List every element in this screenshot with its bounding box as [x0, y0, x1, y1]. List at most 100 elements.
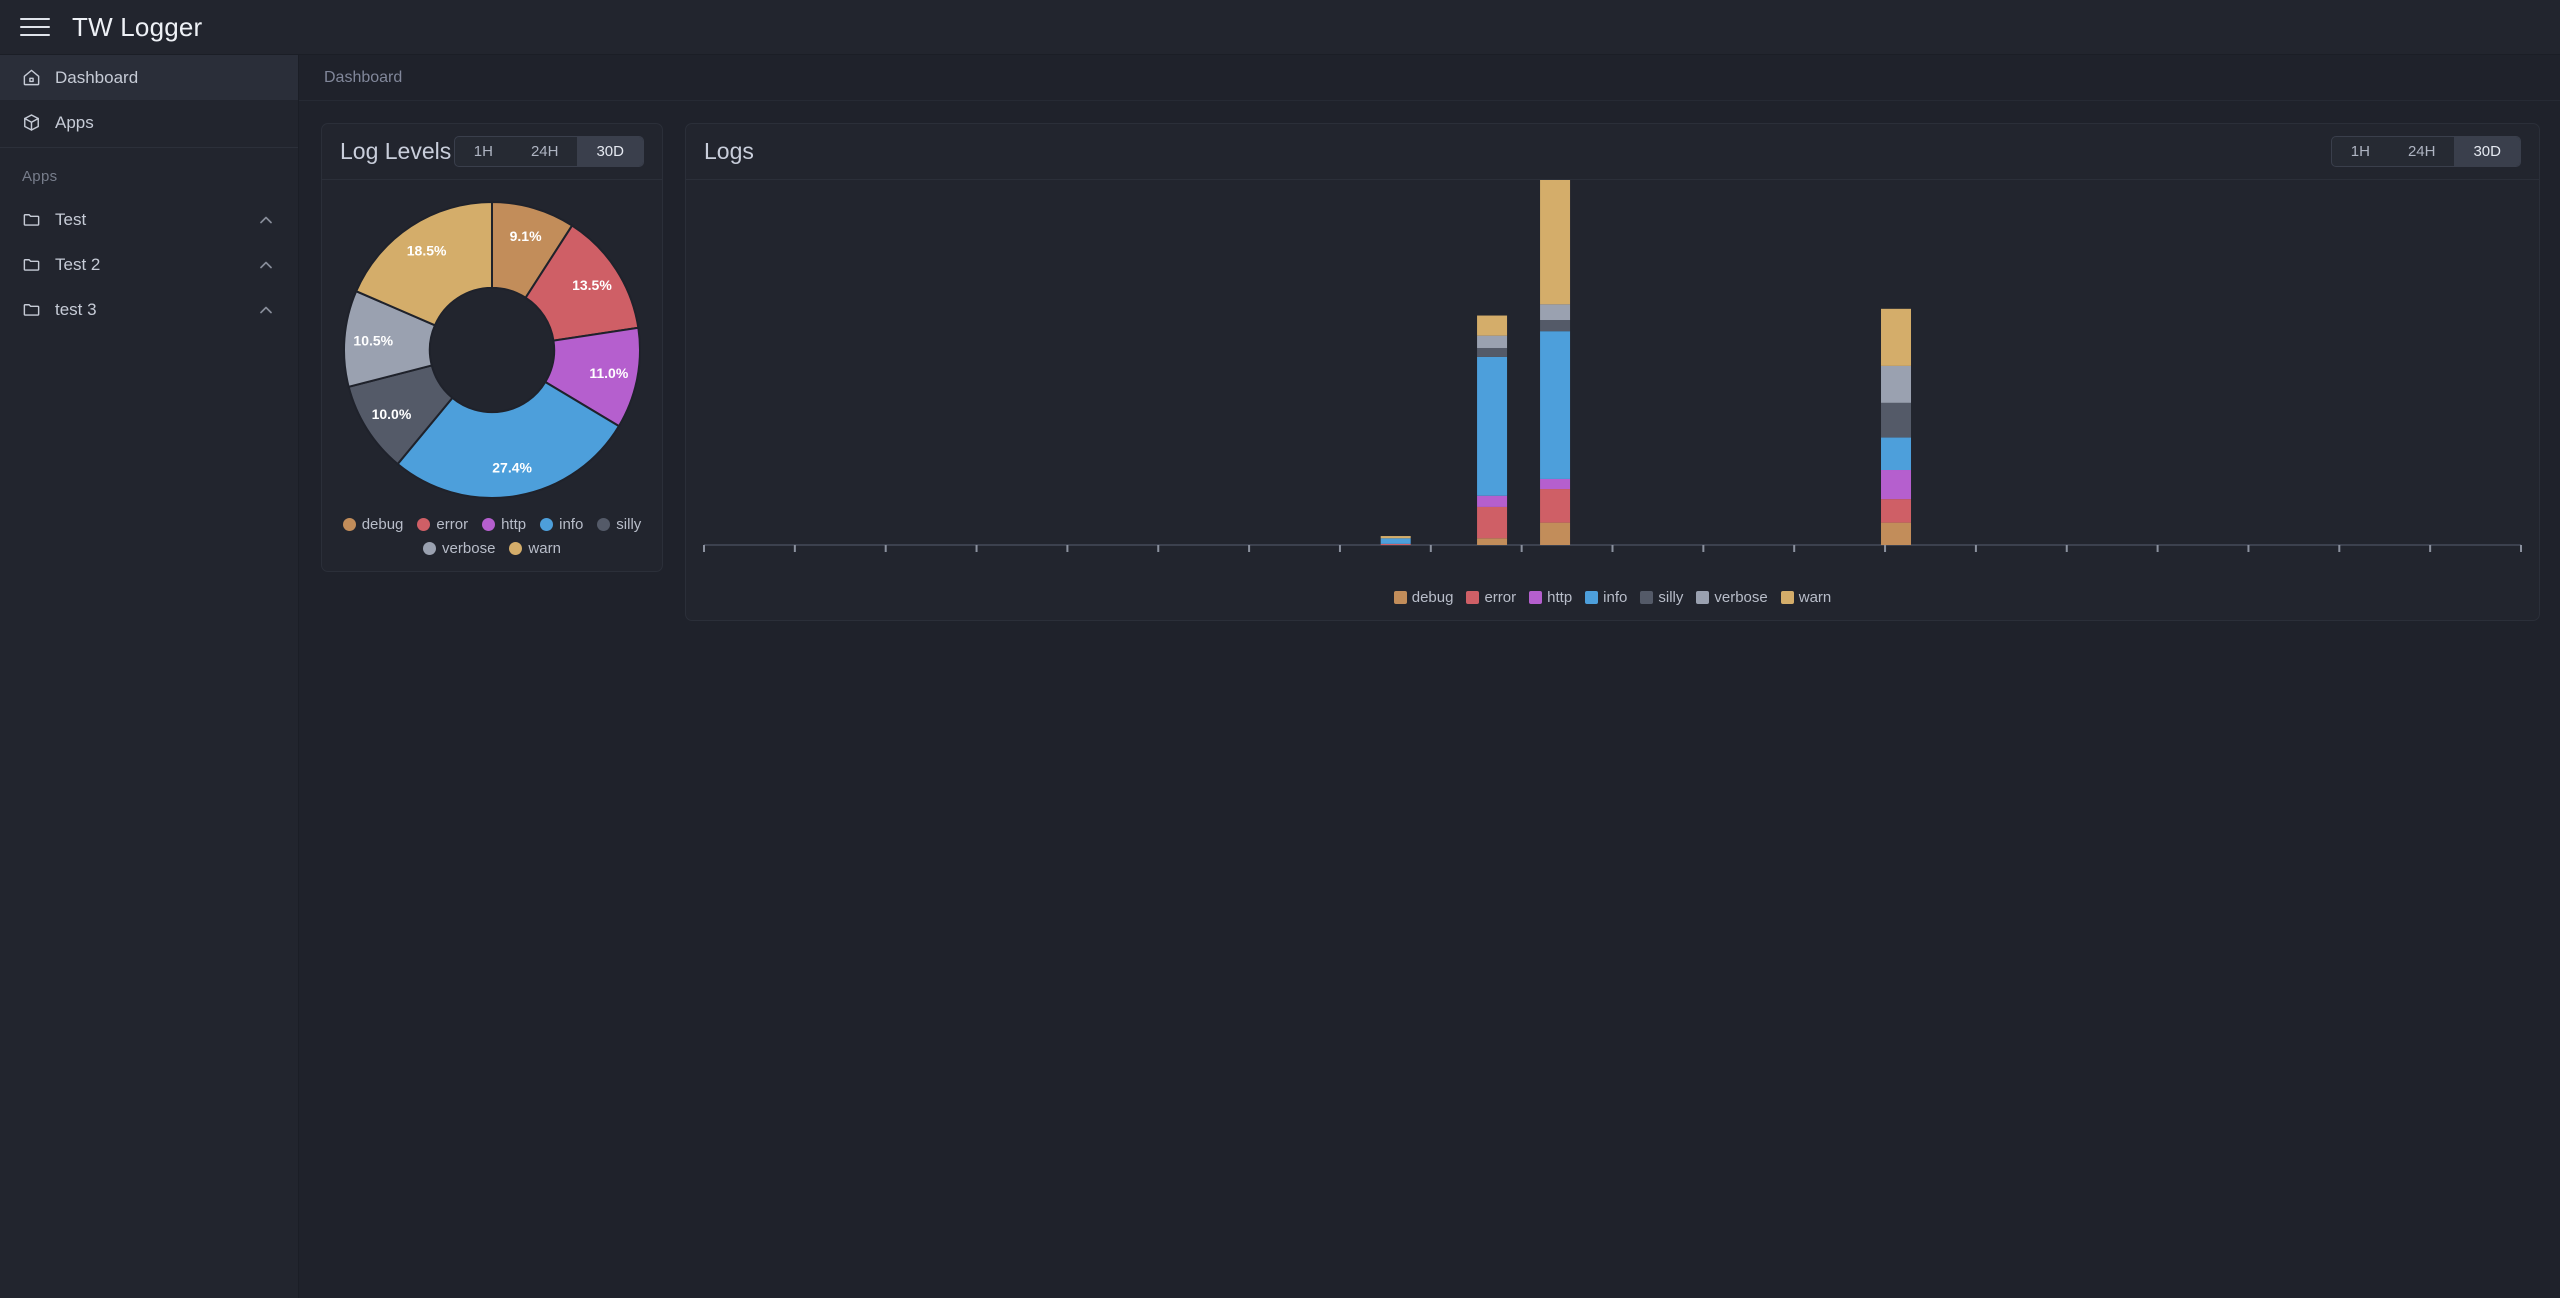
- folder-icon: [23, 259, 40, 271]
- breadcrumb-item[interactable]: Dashboard: [324, 69, 402, 87]
- bar-segment-info[interactable]: [1477, 356, 1508, 496]
- bar-legend-item-debug[interactable]: debug: [1393, 589, 1454, 606]
- legend-swatch-icon: [540, 518, 554, 531]
- donut-legend-item-error[interactable]: error: [417, 516, 468, 533]
- panel-row: Log Levels 1H 24H 30D 9.1% 13.5% 11.0% 27.4…: [299, 101, 2560, 621]
- chevron-up-icon[interactable]: [256, 255, 276, 275]
- legend-swatch-icon: [1529, 591, 1543, 604]
- bar-legend-item-verbose[interactable]: verbose: [1696, 589, 1768, 606]
- logs-legend: debug error http info silly verbose warn: [686, 585, 2539, 619]
- donut-slice-label: 9.1%: [510, 228, 542, 244]
- sidebar-folder-test[interactable]: Test: [0, 197, 298, 242]
- breadcrumb: Dashboard: [299, 55, 2560, 101]
- bar-segment-verbose[interactable]: [1881, 365, 1912, 403]
- donut-legend-item-info[interactable]: info: [540, 516, 583, 533]
- bar-segment-info[interactable]: [1380, 538, 1411, 544]
- sidebar-folder-test-2[interactable]: Test 2: [0, 242, 298, 287]
- donut-legend-item-verbose[interactable]: verbose: [423, 540, 495, 557]
- panel-title: Log Levels: [340, 138, 452, 164]
- bar-segment-error[interactable]: [1540, 489, 1571, 523]
- donut-slice-label: 10.5%: [353, 333, 393, 349]
- bar-segment-silly[interactable]: [1881, 402, 1912, 438]
- donut-slice-label: 13.5%: [572, 277, 612, 293]
- bar-legend-item-silly[interactable]: silly: [1640, 589, 1683, 606]
- donut-legend-item-http[interactable]: http: [482, 516, 526, 533]
- panel-title: Logs: [704, 138, 754, 164]
- legend-swatch-icon: [1780, 591, 1794, 604]
- bar-segment-error[interactable]: [1380, 543, 1411, 545]
- package-icon: [24, 114, 39, 131]
- bar-segment-debug[interactable]: [1881, 522, 1912, 545]
- bar-segment-verbose[interactable]: [1540, 304, 1571, 321]
- legend-label: warn: [1798, 589, 1832, 606]
- folder-icon: [23, 304, 40, 316]
- bar-segment-http[interactable]: [1540, 478, 1571, 490]
- range-1h-button[interactable]: 1H: [2332, 137, 2389, 166]
- app-title: TW Logger: [72, 11, 203, 42]
- range-30d-button[interactable]: 30D: [577, 137, 643, 166]
- legend-label: debug: [1411, 589, 1454, 606]
- logs-bar-chart[interactable]: [686, 114, 2539, 580]
- legend-swatch-icon: [342, 518, 356, 531]
- donut-slice-label: 10.0%: [372, 406, 412, 422]
- donut-legend-item-silly[interactable]: silly: [597, 516, 641, 533]
- sidebar: Dashboard Apps Apps Test Test 2 test 3: [0, 55, 299, 1298]
- bar-legend-item-http[interactable]: http: [1529, 589, 1572, 606]
- bar-segment-debug[interactable]: [1540, 522, 1571, 545]
- legend-label: silly: [616, 516, 642, 533]
- bar-segment-error[interactable]: [1881, 499, 1912, 523]
- bar-legend-item-warn[interactable]: warn: [1780, 589, 1832, 606]
- sidebar-folder-label: Test 2: [55, 254, 101, 274]
- bar-segment-info[interactable]: [1540, 331, 1571, 479]
- bar-segment-debug[interactable]: [1477, 538, 1508, 545]
- legend-label: error: [436, 516, 469, 533]
- sidebar-item-label: Dashboard: [55, 67, 139, 87]
- log-levels-body: 9.1% 13.5% 11.0% 27.4% 10.0% 10.5% 18.5% debug…: [322, 180, 662, 571]
- legend-label: verbose: [442, 540, 496, 557]
- bar-segment-http[interactable]: [1477, 495, 1508, 507]
- legend-label: http: [1547, 589, 1573, 606]
- bar-segment-warn[interactable]: [1380, 536, 1411, 539]
- donut-slice-label: 18.5%: [407, 242, 447, 258]
- bar-legend-item-info[interactable]: info: [1585, 589, 1627, 606]
- range-24h-button[interactable]: 24H: [2389, 137, 2455, 166]
- bar-legend-item-error[interactable]: error: [1466, 589, 1516, 606]
- legend-label: error: [1484, 589, 1517, 606]
- logs-range-toggle: 1H 24H 30D: [2330, 136, 2521, 167]
- log-levels-header: Log Levels 1H 24H 30D: [322, 124, 662, 180]
- hamburger-icon[interactable]: [20, 15, 50, 39]
- bar-segment-warn[interactable]: [1540, 114, 1571, 305]
- legend-swatch-icon: [1585, 591, 1599, 604]
- chevron-up-icon[interactable]: [256, 300, 276, 320]
- bar-segment-info[interactable]: [1881, 437, 1912, 471]
- range-30d-button[interactable]: 30D: [2454, 137, 2520, 166]
- donut-legend-item-warn[interactable]: warn: [509, 540, 561, 557]
- sidebar-folder-test-3[interactable]: test 3: [0, 287, 298, 332]
- hamburger-bar: [20, 18, 50, 20]
- log-levels-range-toggle: 1H 24H 30D: [453, 136, 644, 167]
- legend-swatch-icon: [509, 542, 523, 555]
- donut-legend-item-debug[interactable]: debug: [342, 516, 403, 533]
- range-24h-button[interactable]: 24H: [512, 137, 578, 166]
- legend-label: info: [1603, 589, 1628, 606]
- range-1h-button[interactable]: 1H: [455, 137, 512, 166]
- folder-icon: [23, 214, 40, 226]
- bar-segment-silly[interactable]: [1477, 347, 1508, 357]
- logs-panel: Logs 1H 24H 30D debug error http info silly v…: [685, 114, 2540, 621]
- bar-segment-silly[interactable]: [1540, 320, 1571, 332]
- bar-segment-http[interactable]: [1881, 470, 1912, 500]
- top-app-bar: TW Logger: [0, 0, 2560, 55]
- bar-segment-verbose[interactable]: [1477, 335, 1508, 348]
- main-content: Dashboard Log Levels 1H 24H 30D 9.1% 13.5…: [299, 55, 2560, 1298]
- chevron-up-icon[interactable]: [256, 210, 276, 230]
- bar-segment-error[interactable]: [1477, 506, 1508, 539]
- hamburger-bar: [20, 34, 50, 36]
- legend-swatch-icon: [597, 518, 611, 531]
- sidebar-folder-label: Test: [55, 209, 87, 229]
- log-levels-donut-chart[interactable]: 9.1% 13.5% 11.0% 27.4% 10.0% 10.5% 18.5%: [332, 190, 652, 510]
- legend-swatch-icon: [1466, 591, 1480, 604]
- sidebar-item-apps[interactable]: Apps: [0, 100, 298, 145]
- bar-segment-warn[interactable]: [1477, 315, 1508, 336]
- sidebar-item-dashboard[interactable]: Dashboard: [0, 55, 298, 100]
- bar-segment-warn[interactable]: [1881, 308, 1912, 366]
